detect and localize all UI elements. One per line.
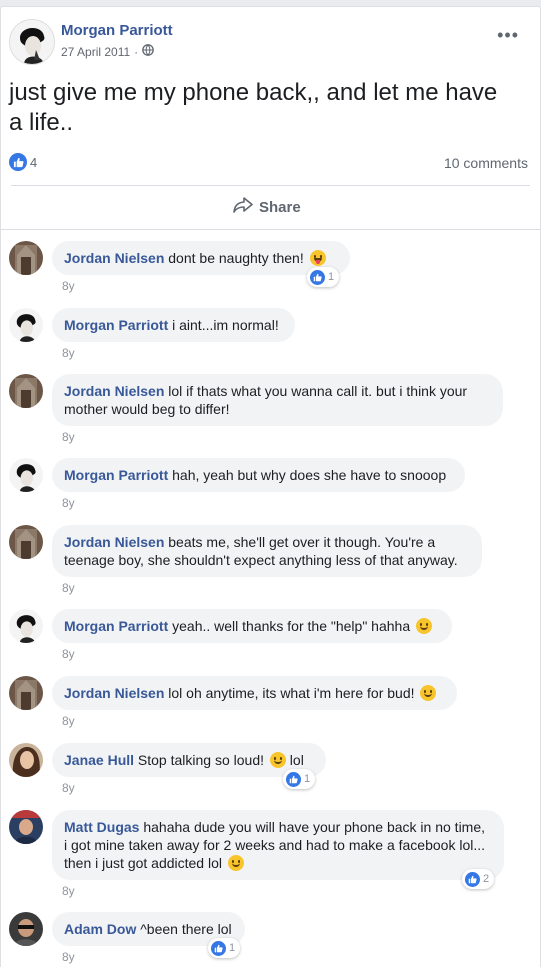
commenter-avatar[interactable] <box>9 912 43 946</box>
comment-time[interactable]: 8y <box>62 279 75 293</box>
comment-time[interactable]: 8y <box>62 950 75 964</box>
comment-bubble: Morgan Parriott yeah.. well thanks for t… <box>52 609 452 643</box>
comment-text: lol oh anytime, its what i'm here for bu… <box>168 685 415 701</box>
comment-bubble: Morgan Parriott hah, yeah but why does s… <box>52 458 465 492</box>
comment-like-badge[interactable]: 2 <box>462 869 495 889</box>
post-meta: 27 April 2011 · <box>61 44 155 59</box>
comment-text-after: lol <box>289 752 304 768</box>
comment-text: dont be naughty then! <box>168 250 304 266</box>
like-count: 1 <box>229 942 236 954</box>
comment-time[interactable]: 8y <box>62 581 75 595</box>
smile-emoji-icon <box>420 685 437 701</box>
commenter-avatar[interactable] <box>9 810 43 844</box>
like-icon <box>211 940 226 956</box>
like-count: 4 <box>30 154 38 170</box>
smile-emoji-icon <box>227 855 244 871</box>
comment-time[interactable]: 8y <box>62 346 75 360</box>
smile-emoji-icon <box>269 752 286 768</box>
post-author-name[interactable]: Morgan Parriott <box>61 22 173 39</box>
commenter-name[interactable]: Morgan Parriott <box>64 317 168 333</box>
commenter-name[interactable]: Morgan Parriott <box>64 467 168 483</box>
comment-time[interactable]: 8y <box>62 647 75 661</box>
post-date[interactable]: 27 April 2011 <box>61 45 130 59</box>
comment-text: yeah.. well thanks for the "help" hahha <box>172 618 411 634</box>
author-avatar[interactable] <box>9 19 55 65</box>
smile-emoji-icon <box>416 618 432 634</box>
commenter-avatar[interactable] <box>9 458 43 492</box>
comment-bubble: Jordan Nielsen lol oh anytime, its what … <box>52 676 457 710</box>
like-count: 1 <box>304 773 311 785</box>
comment-like-badge[interactable]: 1 <box>307 267 340 287</box>
comment-bubble: Jordan Nielsen lol if thats what you wan… <box>52 374 503 426</box>
post-text: just give me my phone back,, and let me … <box>9 79 498 136</box>
comment-text: Stop talking so loud! <box>137 752 265 768</box>
commenter-name[interactable]: Jordan Nielsen <box>64 534 164 550</box>
share-button[interactable]: Share <box>233 197 301 217</box>
commenter-avatar[interactable] <box>9 241 43 275</box>
commenter-avatar[interactable] <box>9 374 43 408</box>
commenter-name[interactable]: Adam Dow <box>64 921 136 937</box>
like-icon <box>310 269 325 285</box>
tongue-emoji-icon <box>309 250 326 266</box>
like-count: 1 <box>328 271 335 283</box>
comments-count-link[interactable]: 10 comments <box>444 155 528 171</box>
comment-time[interactable]: 8y <box>62 496 75 510</box>
comment-time[interactable]: 8y <box>62 884 75 898</box>
comment-text: i aint...im normal! <box>172 317 279 333</box>
share-label: Share <box>259 198 301 216</box>
reactions-summary[interactable]: 4 <box>9 153 37 171</box>
commenter-avatar[interactable] <box>9 609 43 643</box>
page: Morgan Parriott 27 April 2011 · ••• just… <box>0 0 541 967</box>
meta-separator: · <box>134 44 139 59</box>
comment-text: hah, yeah but why does she have to snooo… <box>172 467 447 483</box>
post-card: Morgan Parriott 27 April 2011 · ••• just… <box>0 6 541 967</box>
commenter-name[interactable]: Jordan Nielsen <box>64 685 164 701</box>
commenter-name[interactable]: Jordan Nielsen <box>64 383 164 399</box>
comment-bubble: Morgan Parriott i aint...im normal! <box>52 308 295 342</box>
divider <box>1 229 540 230</box>
comment-bubble: Jordan Nielsen dont be naughty then! <box>52 241 350 275</box>
comment-time[interactable]: 8y <box>62 781 75 795</box>
commenter-name[interactable]: Morgan Parriott <box>64 618 168 634</box>
commenter-name[interactable]: Janae Hull <box>64 752 134 768</box>
like-count: 2 <box>483 873 490 885</box>
like-icon <box>465 871 480 887</box>
comment-bubble: Matt Dugas hahaha dude you will have you… <box>52 810 504 880</box>
comment-text: ^been there lol <box>140 921 232 937</box>
like-icon <box>286 771 301 787</box>
share-icon <box>233 197 253 217</box>
commenter-name[interactable]: Matt Dugas <box>64 819 139 835</box>
commenter-name[interactable]: Jordan Nielsen <box>64 250 164 266</box>
comment-bubble: Jordan Nielsen beats me, she'll get over… <box>52 525 482 577</box>
commenter-avatar[interactable] <box>9 308 43 342</box>
commenter-avatar[interactable] <box>9 525 43 559</box>
post-header: Morgan Parriott 27 April 2011 · ••• <box>9 19 529 71</box>
commenter-avatar[interactable] <box>9 676 43 710</box>
commenter-avatar[interactable] <box>9 743 43 777</box>
more-options-icon[interactable]: ••• <box>497 26 519 44</box>
comment-time[interactable]: 8y <box>62 714 75 728</box>
globe-icon <box>142 44 155 59</box>
comment-like-badge[interactable]: 1 <box>283 769 316 789</box>
comment-time[interactable]: 8y <box>62 430 75 444</box>
comment-like-badge[interactable]: 1 <box>208 938 241 958</box>
divider <box>11 185 530 186</box>
like-icon <box>9 153 27 171</box>
